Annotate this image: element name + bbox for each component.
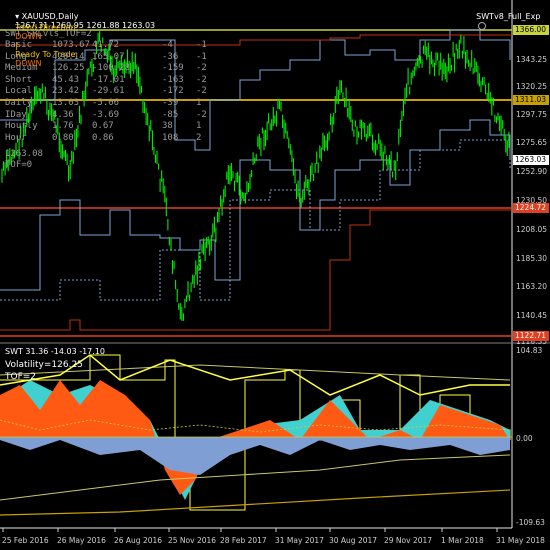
stats-cell: -1: [196, 40, 207, 50]
price-tag-current: 1263.03: [513, 155, 549, 165]
price-axis-label: 1185.30: [516, 254, 548, 263]
stats-cell: -172: [162, 86, 184, 97]
price-axis-label: 1320.25: [516, 82, 548, 91]
stats-row-label: Daily: [5, 98, 33, 108]
stats-row-label: Hour: [5, 132, 27, 143]
stats-cell: 1.76: [52, 121, 74, 132]
stats-cell: 41.72: [92, 40, 120, 50]
stats-row-label: Basic: [5, 40, 33, 50]
swt-indicator-panel: [0, 354, 512, 516]
price-tag-mid: 1311.03: [513, 95, 549, 105]
date-axis-label: 25 Nov 2016: [168, 536, 217, 545]
stats-cell: 13.03: [52, 98, 80, 108]
stats-cell: -29.61: [92, 86, 125, 97]
stats-cell: -2: [196, 63, 207, 74]
price-axis-label: 1297.75: [516, 110, 548, 119]
stats-cell: -39: [162, 98, 179, 108]
stats-row-label: Hourly: [5, 121, 38, 132]
baseline-lower: [0, 489, 511, 516]
price-axis-label: 1208.05: [516, 225, 548, 234]
stats-cell: -4: [162, 40, 173, 50]
stats-cell: 1: [196, 98, 202, 108]
extra-line-2: TOF=0: [5, 160, 33, 170]
indicator-title: SWT_SRLvls_TOF=2: [5, 29, 92, 39]
stats-cell: 126.25: [52, 63, 85, 74]
stats-cell: 165.07: [92, 51, 125, 62]
lower-axis-bottom: -109.63: [516, 518, 545, 527]
stats-cell: -163: [162, 74, 184, 85]
support-band-dotted: [0, 139, 511, 301]
stats-cell: 23.42: [52, 86, 80, 97]
date-axis-label: 26 Aug 2016: [114, 536, 163, 545]
date-axis-label: 29 Nov 2017: [384, 536, 433, 545]
swt-title: SWT 31.36 -14.03 -17.10: [5, 347, 105, 356]
extra-line-1: 1263.08: [5, 149, 43, 159]
date-axis-label: 28 Feb 2017: [220, 536, 267, 545]
stats-cell: -2: [196, 109, 207, 120]
price-axis-label: 1140.45: [516, 311, 548, 320]
stats-row-label: Medium: [5, 63, 38, 74]
stats-cell: -36: [162, 51, 179, 62]
stats-cell: 0.86: [92, 132, 114, 143]
date-axis-label: 31 May 2018: [496, 536, 545, 545]
stats-row-label: Short: [5, 74, 33, 85]
stats-cell: 4.36: [52, 109, 74, 120]
stats-cell: 38: [162, 121, 173, 132]
chart-window[interactable]: ▾ XAUUSD,Daily 1267.31 1269.95 1261.88 1…: [0, 0, 550, 550]
price-chart-canvas[interactable]: [0, 0, 550, 550]
price-tag-top: 1366.00: [513, 25, 549, 35]
lower-axis-zero: 0.00: [516, 434, 533, 443]
stats-row-label: Long: [5, 51, 27, 62]
red-support-line: [0, 209, 512, 331]
price-tag-red-1: 1224.72: [513, 203, 549, 213]
stats-cell: 2: [196, 132, 202, 143]
indicator-icon[interactable]: [478, 21, 487, 30]
price-axis-label: 1252.90: [516, 167, 548, 176]
date-axis-label: 31 May 2017: [275, 536, 324, 545]
stats-cell: 45.43: [52, 74, 80, 85]
stats-cell: -2: [196, 86, 207, 97]
date-axis-label: 25 Feb 2016: [2, 536, 49, 545]
stats-cell: -3.69: [92, 109, 120, 120]
date-axis-label: 30 Aug 2017: [329, 536, 378, 545]
stats-cell: 1: [196, 121, 202, 132]
trend-line-lower: [0, 454, 511, 501]
stats-cell: -17.01: [92, 74, 125, 85]
lower-axis-top: 104.83: [516, 346, 543, 355]
volatility-label: Volatility=126.25: [5, 360, 83, 370]
stats-cell: -100.28: [92, 63, 130, 74]
stats-cell: 0.67: [92, 121, 114, 132]
price-axis-label: 1163.20: [516, 282, 548, 291]
stats-cell: -2: [196, 74, 207, 85]
price-axis-label: 1275.65: [516, 138, 548, 147]
date-axis-label: 26 May 2016: [57, 536, 106, 545]
stats-cell: -85: [162, 109, 179, 120]
stats-cell: 0.80: [52, 132, 74, 143]
stats-row-label: IDay: [5, 109, 27, 120]
stats-cell: 420.14: [52, 51, 85, 62]
stats-cell: -5.06: [92, 98, 120, 108]
histogram-blue: [0, 437, 510, 475]
stats-cell: -1: [196, 51, 207, 62]
stats-cell: 1073.67: [52, 40, 90, 50]
price-axis-label: 1343.25: [516, 55, 548, 64]
stats-cell: 108: [162, 132, 179, 143]
date-axis-label: 1 Mar 2018: [441, 536, 484, 545]
tof-label: TOF=2: [5, 372, 37, 382]
stats-cell: -159: [162, 63, 184, 74]
stats-row-label: Local: [5, 86, 33, 97]
price-tag-red-2: 1122.71: [513, 331, 549, 341]
